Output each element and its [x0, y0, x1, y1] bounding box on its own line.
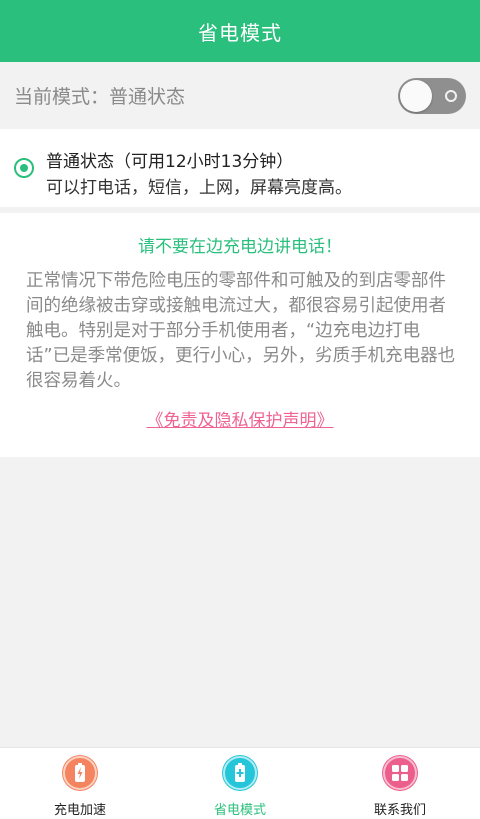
- tab-charge-boost[interactable]: 充电加速: [0, 748, 160, 819]
- tab-power-save[interactable]: 省电模式: [160, 748, 320, 819]
- tab-label: 联系我们: [373, 803, 426, 818]
- disclaimer-link[interactable]: 《免责及隐私保护声明》: [147, 411, 334, 431]
- tab-contact-us[interactable]: 联系我们: [320, 748, 480, 819]
- grid-icon: [382, 755, 418, 791]
- toggle-off-icon: [445, 89, 457, 102]
- state-description: 可以打电话，短信，上网，屏幕亮度高。: [46, 178, 352, 198]
- page-title: 省电模式: [198, 20, 282, 45]
- battery-charge-icon: [62, 755, 98, 791]
- radio-selected-icon[interactable]: [14, 158, 34, 178]
- tab-label: 省电模式: [213, 803, 266, 818]
- normal-state-option[interactable]: 普通状态（可用12小时13分钟） 可以打电话，短信，上网，屏幕亮度高。: [0, 129, 480, 207]
- tab-label: 充电加速: [53, 803, 106, 818]
- battery-save-icon: [222, 755, 258, 791]
- bottom-tab-bar: 充电加速 省电模式 联系我们: [0, 747, 480, 819]
- warning-title: 请不要在边充电边讲电话！: [138, 237, 342, 257]
- current-mode-label: 当前模式：普通状态: [14, 86, 186, 108]
- toggle-knob: [400, 79, 432, 112]
- power-save-toggle[interactable]: [398, 77, 466, 114]
- state-title: 普通状态（可用12小时13分钟）: [46, 152, 294, 172]
- radio-dot: [20, 164, 28, 172]
- warning-card: 请不要在边充电边讲电话！ 正常情况下带危险电压的零部件和可触及的到店零部件间的绝…: [0, 213, 480, 457]
- current-mode-row: 当前模式：普通状态: [0, 62, 480, 129]
- disclaimer: 《免责及隐私保护声明》: [0, 406, 480, 431]
- app-header: 省电模式: [0, 0, 480, 62]
- warning-body: 正常情况下带危险电压的零部件和可触及的到店零部件间的绝缘被击穿或接触电流过大，都…: [26, 271, 456, 391]
